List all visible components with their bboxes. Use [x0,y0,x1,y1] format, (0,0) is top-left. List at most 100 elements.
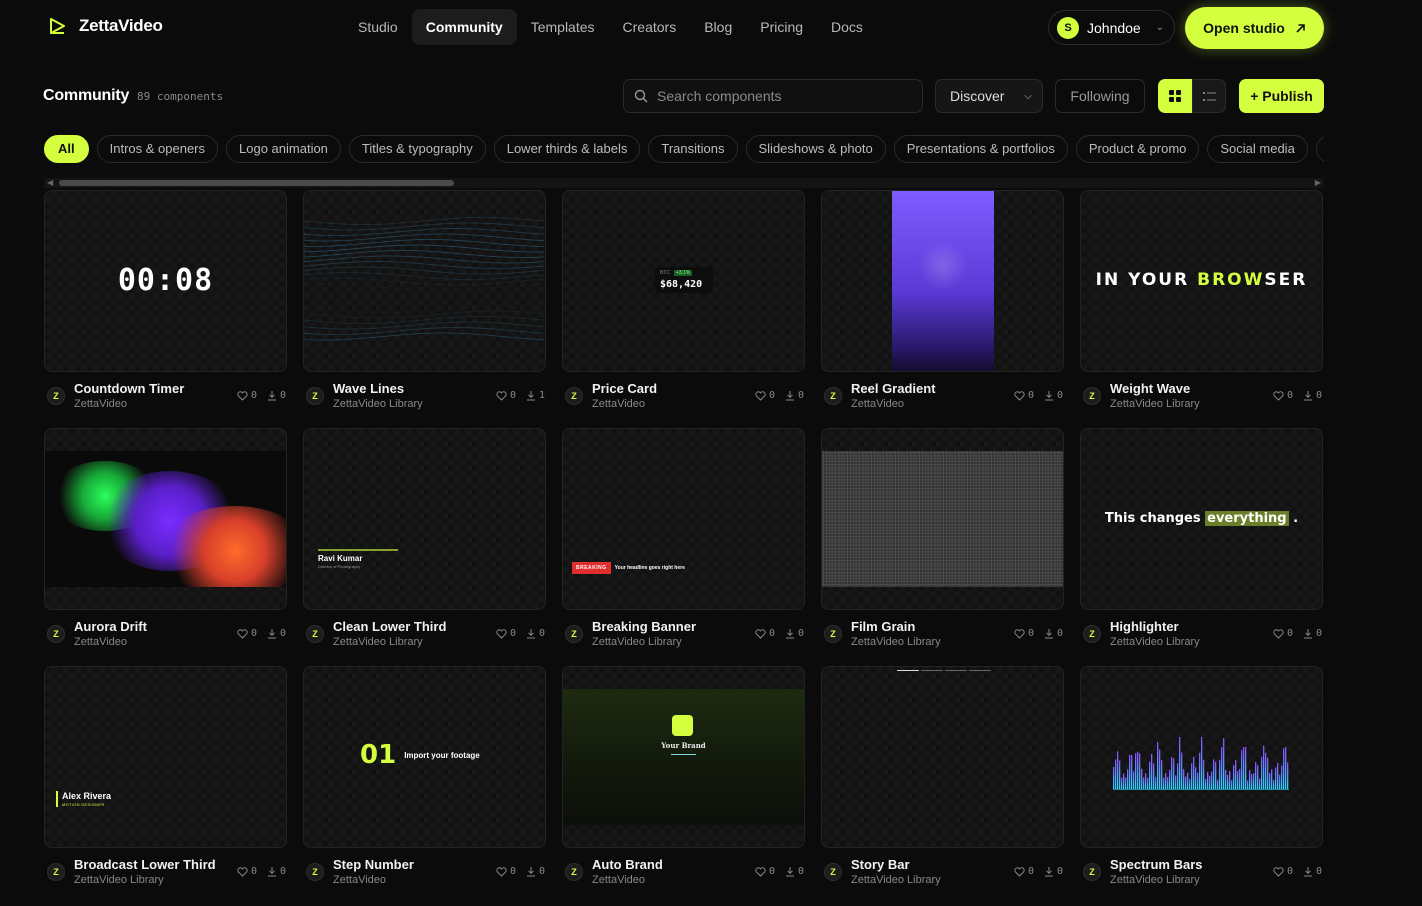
category-chip[interactable]: Broad [1315,135,1324,163]
nav-link-pricing[interactable]: Pricing [746,9,817,45]
card-title[interactable]: Countdown Timer [74,381,184,396]
like-button[interactable]: 0 [1273,866,1293,877]
nav-link-docs[interactable]: Docs [817,9,877,45]
card-title[interactable]: Spectrum Bars [1110,857,1202,872]
card-title[interactable]: Aurora Drift [74,619,147,634]
card-author[interactable]: ZettaVideo [592,398,645,410]
component-card[interactable]: Alex Rivera MOTION DESIGNER Z Broadcast Low… [44,666,287,894]
like-button[interactable]: 0 [237,866,257,877]
like-button[interactable]: 0 [1014,390,1034,401]
card-thumbnail[interactable]: IN YOUR BROWSER [1080,190,1323,372]
discover-select[interactable]: Discover ⌵ [935,79,1043,113]
search-box[interactable] [623,79,923,113]
like-button[interactable]: 0 [1014,866,1034,877]
like-button[interactable]: 0 [755,628,775,639]
nav-link-community[interactable]: Community [411,9,517,45]
nav-link-blog[interactable]: Blog [690,9,746,45]
download-button[interactable]: 1 [526,390,545,401]
download-button[interactable]: 0 [785,866,804,877]
like-button[interactable]: 0 [496,628,516,639]
list-view-button[interactable] [1192,79,1226,113]
card-title[interactable]: Broadcast Lower Third [74,857,216,872]
search-input[interactable] [657,88,897,104]
card-thumbnail[interactable] [303,190,546,372]
download-button[interactable]: 0 [526,628,545,639]
component-card[interactable]: Z Spectrum Bars ZettaVideo Library 0 0 [1080,666,1323,894]
card-title[interactable]: Price Card [592,381,657,396]
download-button[interactable]: 0 [267,628,286,639]
download-button[interactable]: 0 [1303,866,1322,877]
nav-link-creators[interactable]: Creators [609,9,691,45]
card-author[interactable]: ZettaVideo [74,398,127,410]
card-author[interactable]: ZettaVideo [74,636,127,648]
category-chip[interactable]: All [44,135,89,163]
component-card[interactable]: BREAKING Your headline goes right here Z Br… [562,428,805,656]
category-chip[interactable]: Intros & openers [96,135,219,163]
download-button[interactable]: 0 [267,866,286,877]
component-card[interactable]: Ravi Kumar Director of Photography Z Clean … [303,428,546,656]
card-thumbnail[interactable]: Alex Rivera MOTION DESIGNER [44,666,287,848]
category-chip[interactable]: Lower thirds & labels [493,135,641,163]
download-button[interactable]: 0 [1044,628,1063,639]
category-chip[interactable]: Logo animation [226,135,341,163]
component-card[interactable]: Z Film Grain ZettaVideo Library 0 0 [821,428,1064,656]
card-title[interactable]: Reel Gradient [851,381,936,396]
download-button[interactable]: 0 [1044,390,1063,401]
card-title[interactable]: Weight Wave [1110,381,1190,396]
card-title[interactable]: Highlighter [1110,619,1179,634]
card-author[interactable]: ZettaVideo Library [333,636,423,648]
card-thumbnail[interactable] [821,666,1064,848]
card-thumbnail[interactable]: 00:08 [44,190,287,372]
card-title[interactable]: Step Number [333,857,414,872]
user-menu-button[interactable]: S Johndoe ⌄ [1048,10,1175,45]
card-thumbnail[interactable]: Ravi Kumar Director of Photography [303,428,546,610]
card-author[interactable]: ZettaVideo [592,874,645,886]
card-title[interactable]: Clean Lower Third [333,619,446,634]
card-thumbnail[interactable]: 01 Import your footage [303,666,546,848]
like-button[interactable]: 0 [237,628,257,639]
component-card[interactable]: Z Story Bar ZettaVideo Library 0 0 [821,666,1064,894]
card-author[interactable]: ZettaVideo Library [851,874,941,886]
card-author[interactable]: ZettaVideo Library [851,636,941,648]
like-button[interactable]: 0 [1014,628,1034,639]
component-card[interactable]: Z Wave Lines ZettaVideo Library 0 1 [303,190,546,418]
chips-scrollbar[interactable]: ◀ ▶ [44,178,1324,188]
publish-button[interactable]: + Publish [1239,79,1324,113]
card-title[interactable]: Wave Lines [333,381,404,396]
card-author[interactable]: ZettaVideo Library [1110,398,1200,410]
like-button[interactable]: 0 [237,390,257,401]
category-chip[interactable]: Presentations & portfolios [893,135,1068,163]
grid-view-button[interactable] [1158,79,1192,113]
card-thumbnail[interactable] [44,428,287,610]
component-card[interactable]: Your Brand Z Auto Brand ZettaVideo 0 0 [562,666,805,894]
category-chip[interactable]: Slideshows & photo [745,135,886,163]
category-chip[interactable]: Titles & typography [348,135,486,163]
card-author[interactable]: ZettaVideo [851,398,904,410]
card-author[interactable]: ZettaVideo [333,874,386,886]
category-chip[interactable]: Transitions [648,135,738,163]
nav-link-templates[interactable]: Templates [517,9,609,45]
card-thumbnail[interactable]: BTC +3.1% $68,420 [562,190,805,372]
download-button[interactable]: 0 [526,866,545,877]
card-title[interactable]: Film Grain [851,619,915,634]
like-button[interactable]: 0 [755,866,775,877]
card-thumbnail[interactable]: Your Brand [562,666,805,848]
card-thumbnail[interactable] [821,428,1064,610]
card-title[interactable]: Auto Brand [592,857,663,872]
component-card[interactable]: Z Reel Gradient ZettaVideo 0 0 [821,190,1064,418]
following-button[interactable]: Following [1055,79,1145,113]
card-author[interactable]: ZettaVideo Library [74,874,164,886]
scrollbar-thumb[interactable] [59,180,454,186]
scroll-right-icon[interactable]: ▶ [1315,178,1321,188]
card-thumbnail[interactable] [821,190,1064,372]
category-chip[interactable]: Product & promo [1075,135,1200,163]
card-thumbnail[interactable]: BREAKING Your headline goes right here [562,428,805,610]
download-button[interactable]: 0 [1303,628,1322,639]
component-card[interactable]: This changes everything . Z Highlighter Zet… [1080,428,1323,656]
like-button[interactable]: 0 [755,390,775,401]
card-author[interactable]: ZettaVideo Library [333,398,423,410]
card-author[interactable]: ZettaVideo Library [1110,636,1200,648]
component-card[interactable]: Z Aurora Drift ZettaVideo 0 0 [44,428,287,656]
component-card[interactable]: BTC +3.1% $68,420 Z Price Card ZettaVideo 0 0 [562,190,805,418]
scroll-left-icon[interactable]: ◀ [47,178,53,188]
